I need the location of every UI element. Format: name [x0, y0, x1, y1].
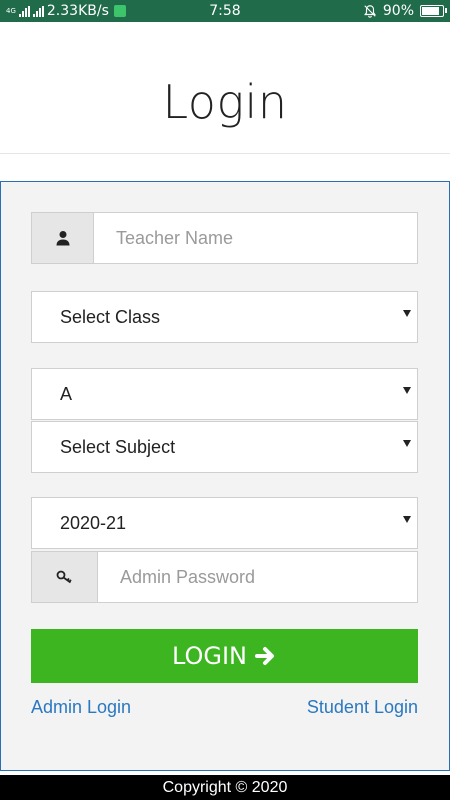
section-select-value: A: [60, 384, 73, 404]
status-bar: 4G 2.33KB/s 7:58 90%: [0, 0, 450, 22]
admin-login-link[interactable]: Admin Login: [31, 697, 131, 718]
caret-down-icon: [403, 387, 411, 394]
class-select-value: Select Class: [60, 307, 161, 327]
subject-select-value: Select Subject: [60, 437, 176, 457]
teacher-name-addon: [32, 213, 94, 263]
status-right: 90%: [363, 3, 447, 19]
teacher-name-input[interactable]: [94, 213, 417, 263]
page-title: Login: [162, 75, 288, 129]
login-button[interactable]: LOGIN: [31, 629, 418, 683]
battery-percent: 90%: [382, 3, 414, 19]
battery-icon: [420, 5, 447, 17]
arrow-right-icon: [255, 647, 275, 665]
battery-fill: [422, 7, 440, 15]
silent-bell-icon: [363, 5, 376, 18]
teacher-name-group: [31, 212, 418, 264]
user-icon: [56, 231, 69, 246]
class-select[interactable]: Select Class: [31, 291, 418, 343]
admin-password-input[interactable]: [98, 552, 417, 602]
admin-password-addon: [32, 552, 98, 602]
subject-select[interactable]: Select Subject: [31, 421, 418, 473]
admin-password-group: [31, 551, 418, 603]
student-login-link[interactable]: Student Login: [307, 697, 418, 718]
caret-down-icon: [403, 310, 411, 317]
caret-down-icon: [403, 440, 411, 447]
year-select-value: 2020-21: [60, 513, 127, 533]
key-icon: [56, 570, 72, 584]
year-select[interactable]: 2020-21: [31, 497, 418, 549]
footer: Copyright © 2020: [0, 775, 450, 800]
copyright-text: Copyright © 2020: [162, 779, 288, 796]
section-select[interactable]: A: [31, 368, 418, 420]
login-button-label: LOGIN: [171, 642, 248, 670]
title-divider: [0, 153, 450, 154]
caret-down-icon: [403, 516, 411, 523]
